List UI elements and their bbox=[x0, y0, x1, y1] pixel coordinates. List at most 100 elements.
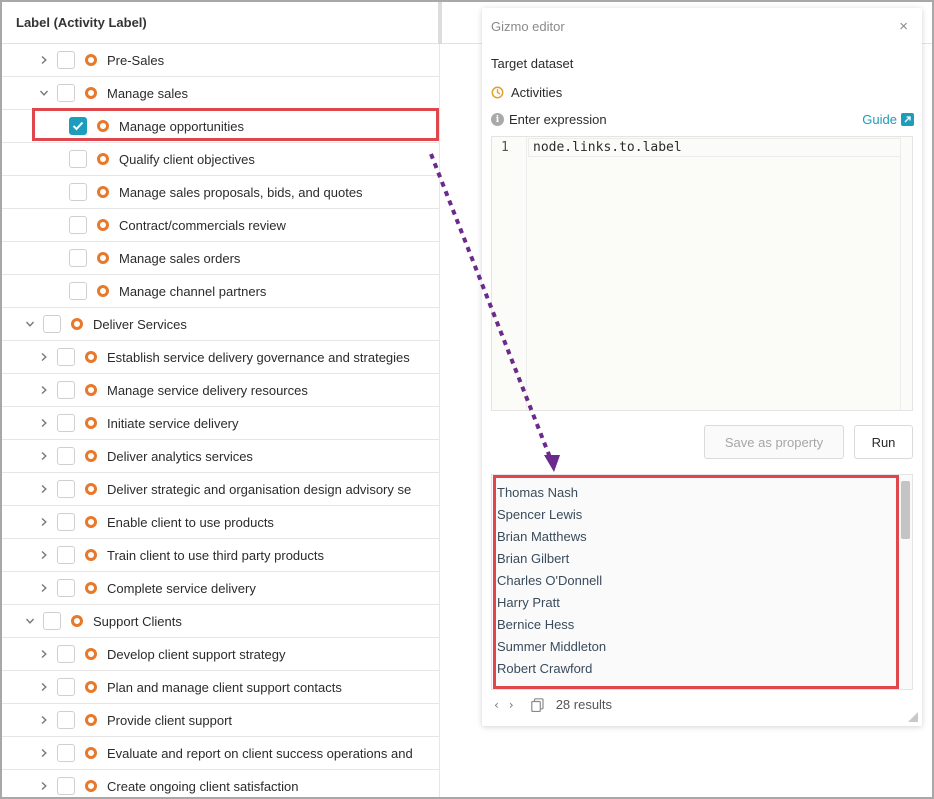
tree-row[interactable]: Contract/commercials review bbox=[2, 209, 440, 242]
expression-text[interactable]: node.links.to.label bbox=[533, 140, 682, 155]
code-braces-icon[interactable]: ‹ › bbox=[493, 698, 515, 712]
column-resize-handle[interactable] bbox=[438, 2, 442, 44]
tree-row[interactable]: Provide client support bbox=[2, 704, 440, 737]
chevron-right-icon[interactable] bbox=[37, 449, 51, 463]
close-icon[interactable]: × bbox=[899, 18, 908, 35]
tree-row[interactable]: Develop client support strategy bbox=[2, 638, 440, 671]
tree-row[interactable]: Initiate service delivery bbox=[2, 407, 440, 440]
row-checkbox[interactable] bbox=[69, 249, 87, 267]
copy-icon[interactable] bbox=[530, 697, 544, 712]
row-checkbox[interactable] bbox=[57, 678, 75, 696]
row-checkbox[interactable] bbox=[57, 645, 75, 663]
row-checkbox[interactable] bbox=[69, 183, 87, 201]
result-item[interactable]: Thomas Nash bbox=[497, 481, 606, 503]
result-item[interactable]: Summer Middleton bbox=[497, 635, 606, 657]
chevron-right-icon[interactable] bbox=[37, 515, 51, 529]
row-checkbox[interactable] bbox=[43, 315, 61, 333]
chevron-right-icon[interactable] bbox=[37, 779, 51, 793]
row-checkbox[interactable] bbox=[57, 579, 75, 597]
info-icon[interactable]: i bbox=[491, 113, 504, 126]
chevron-down-icon[interactable] bbox=[23, 317, 37, 331]
tree-row[interactable]: Enable client to use products bbox=[2, 506, 440, 539]
result-item[interactable]: Harry Pratt bbox=[497, 591, 606, 613]
row-checkbox[interactable] bbox=[57, 777, 75, 795]
tree-row[interactable]: Evaluate and report on client success op… bbox=[2, 737, 440, 770]
row-checkbox[interactable] bbox=[57, 711, 75, 729]
result-item[interactable]: Bernice Hess bbox=[497, 613, 606, 635]
results-scrollbar[interactable] bbox=[901, 481, 910, 539]
chevron-right-icon[interactable] bbox=[37, 383, 51, 397]
chevron-down-icon[interactable] bbox=[37, 86, 51, 100]
ring-icon bbox=[85, 714, 97, 726]
tree-row[interactable]: Support Clients bbox=[2, 605, 440, 638]
row-checkbox[interactable] bbox=[69, 117, 87, 135]
tree-row-label: Pre-Sales bbox=[107, 52, 165, 68]
ring-icon bbox=[85, 54, 97, 66]
row-checkbox[interactable] bbox=[57, 414, 75, 432]
chevron-right-icon[interactable] bbox=[37, 350, 51, 364]
chevron-right-icon[interactable] bbox=[37, 581, 51, 595]
ring-icon bbox=[85, 483, 97, 495]
tree-row[interactable]: Manage sales orders bbox=[2, 242, 440, 275]
tree-row[interactable]: Create ongoing client satisfaction bbox=[2, 770, 440, 797]
chevron-right-icon[interactable] bbox=[37, 482, 51, 496]
result-item[interactable]: Charles O'Donnell bbox=[497, 569, 606, 591]
row-checkbox[interactable] bbox=[69, 282, 87, 300]
row-checkbox[interactable] bbox=[57, 381, 75, 399]
tree-column-header[interactable]: Label (Activity Label) bbox=[2, 2, 440, 44]
tree-row[interactable]: Establish service delivery governance an… bbox=[2, 341, 440, 374]
row-checkbox[interactable] bbox=[57, 744, 75, 762]
tree-row-label: Support Clients bbox=[93, 613, 182, 629]
tree-row[interactable]: Manage sales proposals, bids, and quotes bbox=[2, 176, 440, 209]
gizmo-editor-panel: Gizmo editor × Target dataset Activities… bbox=[482, 8, 922, 726]
editor-scrollbar[interactable] bbox=[900, 137, 912, 410]
dataset-selector[interactable]: Activities bbox=[491, 85, 562, 100]
guide-label: Guide bbox=[862, 112, 897, 127]
tree-row[interactable]: Manage opportunities bbox=[2, 110, 440, 143]
row-checkbox[interactable] bbox=[69, 150, 87, 168]
result-item[interactable]: Spencer Lewis bbox=[497, 503, 606, 525]
tree-column-header-label: Label (Activity Label) bbox=[16, 15, 147, 30]
row-checkbox[interactable] bbox=[57, 447, 75, 465]
tree-row[interactable]: Complete service delivery bbox=[2, 572, 440, 605]
guide-link[interactable]: Guide bbox=[862, 112, 914, 127]
result-item[interactable]: Brian Gilbert bbox=[497, 547, 606, 569]
chevron-right-icon[interactable] bbox=[37, 53, 51, 67]
tree-row[interactable]: Deliver Services bbox=[2, 308, 440, 341]
tree-row[interactable]: Qualify client objectives bbox=[2, 143, 440, 176]
chevron-right-icon[interactable] bbox=[37, 548, 51, 562]
tree-row[interactable]: Deliver strategic and organisation desig… bbox=[2, 473, 440, 506]
chevron-down-icon[interactable] bbox=[23, 614, 37, 628]
tree-row[interactable]: Deliver analytics services bbox=[2, 440, 440, 473]
row-checkbox[interactable] bbox=[57, 84, 75, 102]
row-checkbox[interactable] bbox=[57, 348, 75, 366]
ring-icon bbox=[85, 516, 97, 528]
tree-row[interactable]: Manage sales bbox=[2, 77, 440, 110]
row-checkbox[interactable] bbox=[57, 546, 75, 564]
chevron-right-icon[interactable] bbox=[37, 416, 51, 430]
row-checkbox[interactable] bbox=[57, 513, 75, 531]
result-item[interactable]: Brian Matthews bbox=[497, 525, 606, 547]
chevron-right-icon[interactable] bbox=[37, 680, 51, 694]
chevron-right-icon[interactable] bbox=[37, 647, 51, 661]
tree-row[interactable]: Pre-Sales bbox=[2, 44, 440, 77]
tree-row[interactable]: Train client to use third party products bbox=[2, 539, 440, 572]
row-checkbox[interactable] bbox=[69, 216, 87, 234]
tree-row[interactable]: Plan and manage client support contacts bbox=[2, 671, 440, 704]
row-checkbox[interactable] bbox=[57, 480, 75, 498]
chevron-right-icon[interactable] bbox=[37, 713, 51, 727]
row-checkbox[interactable] bbox=[57, 51, 75, 69]
tree-row[interactable]: Manage service delivery resources bbox=[2, 374, 440, 407]
tree-row[interactable]: Manage channel partners bbox=[2, 275, 440, 308]
save-as-property-button[interactable]: Save as property bbox=[704, 425, 844, 459]
row-checkbox[interactable] bbox=[43, 612, 61, 630]
ring-icon bbox=[97, 252, 109, 264]
tree-row-label: Develop client support strategy bbox=[107, 646, 286, 662]
chevron-right-icon[interactable] bbox=[37, 746, 51, 760]
ring-icon bbox=[85, 549, 97, 561]
run-button[interactable]: Run bbox=[854, 425, 913, 459]
tree-row-label: Evaluate and report on client success op… bbox=[107, 745, 413, 761]
expression-editor[interactable]: 1 node.links.to.label bbox=[491, 136, 913, 411]
resize-handle-icon[interactable] bbox=[908, 712, 918, 722]
result-item[interactable]: Robert Crawford bbox=[497, 657, 606, 679]
